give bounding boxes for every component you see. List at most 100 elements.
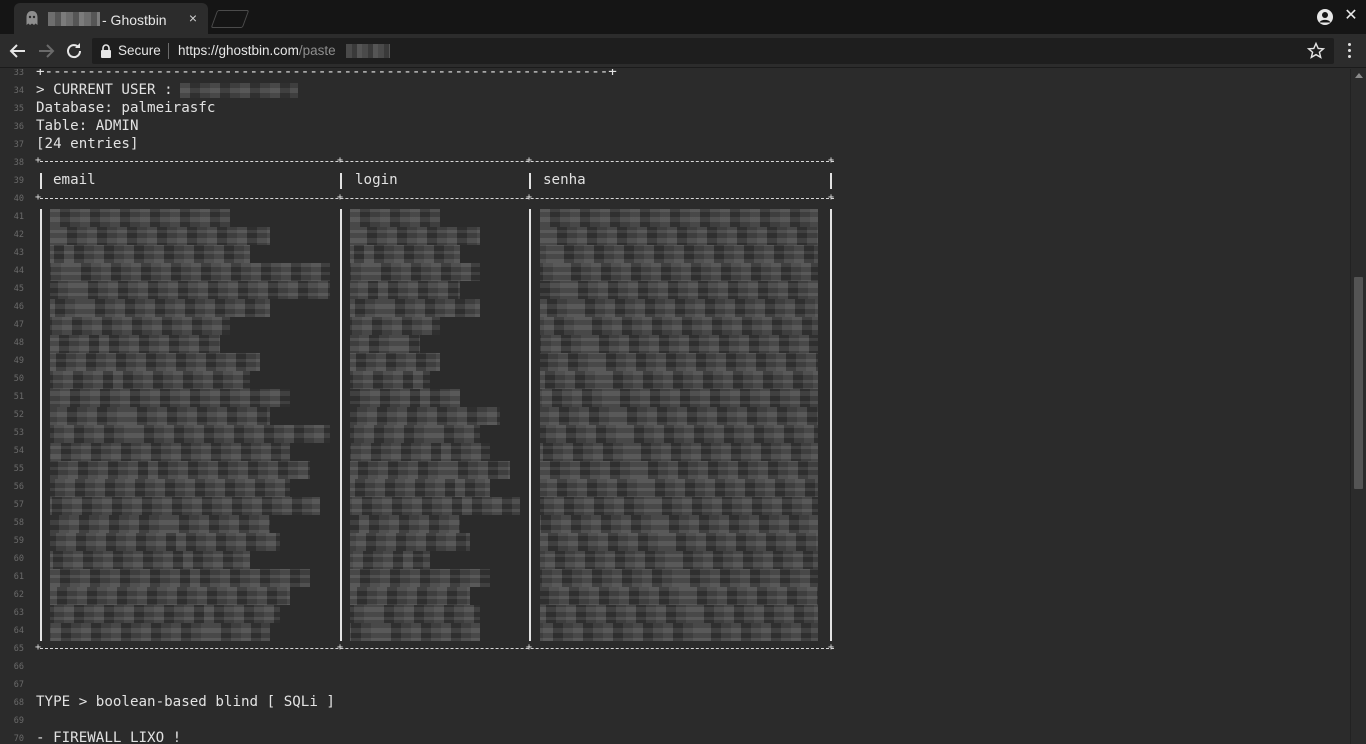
firewall-line: - FIREWALL LIXO ! [36, 730, 182, 744]
redacted-login-cell [350, 407, 500, 425]
line-number: 56 [13, 482, 24, 492]
redacted-senha-cell [540, 479, 818, 497]
redacted-email-cell [50, 317, 230, 335]
redacted-login-cell [350, 461, 510, 479]
sqli-type-line: TYPE > boolean-based blind [ SQLi ] [36, 694, 335, 710]
redacted-email-cell [50, 227, 270, 245]
redacted-email-cell [50, 281, 330, 299]
browser-tab[interactable]: - Ghostbin × [14, 3, 208, 34]
redacted-senha-cell [540, 407, 818, 425]
line-number: 39 [13, 176, 24, 186]
redacted-senha-cell [540, 605, 818, 623]
lock-icon [101, 44, 111, 58]
table-corner: + [35, 155, 42, 166]
window-close-icon[interactable]: ✕ [1341, 6, 1361, 26]
redacted-email-cell [50, 425, 330, 443]
back-arrow-icon[interactable] [6, 39, 30, 63]
scrollbar-thumb[interactable] [1354, 277, 1363, 489]
line-number: 41 [13, 212, 24, 222]
table-corner: + [526, 642, 533, 653]
tab-title-redacted [48, 12, 100, 26]
line-number: 61 [13, 572, 24, 582]
redacted-email-cell [50, 533, 280, 551]
database-line: Database: palmeirasfc [36, 100, 216, 116]
table-border-top [40, 161, 834, 162]
table-pipe [830, 209, 832, 641]
table-corner: + [337, 642, 344, 653]
line-number: 66 [13, 662, 24, 672]
secure-label: Secure [118, 43, 161, 58]
redacted-email-cell [50, 443, 290, 461]
line-number: 52 [13, 410, 24, 420]
line-number: 43 [13, 248, 24, 258]
browser-toolbar: Secure https://ghostbin.com/paste [0, 34, 1366, 68]
table-pipe [40, 173, 42, 189]
redacted-email-cell [50, 551, 250, 569]
new-tab-button[interactable] [210, 10, 250, 28]
scroll-up-arrow-icon[interactable] [1355, 73, 1363, 78]
line-number: 69 [13, 716, 24, 726]
redacted-login-cell [350, 263, 480, 281]
redacted-email-cell [50, 389, 290, 407]
line-number: 55 [13, 464, 24, 474]
table-pipe [830, 173, 832, 189]
redacted-senha-cell [540, 317, 818, 335]
line-number: 44 [13, 266, 24, 276]
table-corner: + [828, 192, 835, 203]
reload-icon[interactable] [62, 39, 86, 63]
redacted-email-cell [50, 479, 290, 497]
line-number: 46 [13, 302, 24, 312]
redacted-login-cell [350, 245, 460, 263]
table-pipe [529, 173, 531, 189]
table-pipe [340, 209, 342, 641]
column-header-email: email [53, 172, 96, 188]
bookmark-star-icon[interactable] [1306, 41, 1326, 61]
tab-title: - Ghostbin [102, 12, 167, 28]
line-number: 42 [13, 230, 24, 240]
vertical-scrollbar[interactable] [1350, 69, 1366, 744]
line-number: 40 [13, 194, 24, 204]
redacted-senha-cell [540, 443, 818, 461]
redacted-senha-cell [540, 497, 818, 515]
redacted-senha-cell [540, 425, 818, 443]
address-bar[interactable]: Secure https://ghostbin.com/paste [92, 38, 1334, 64]
browser-menu-icon[interactable] [1342, 40, 1356, 62]
line-number: 51 [13, 392, 24, 402]
redacted-email-cell [50, 335, 220, 353]
table-corner: + [35, 192, 42, 203]
redacted-senha-cell [540, 515, 818, 533]
current-user-redacted [180, 83, 298, 98]
table-corner: + [526, 192, 533, 203]
table-pipe [529, 209, 531, 641]
redacted-senha-cell [540, 227, 818, 245]
redacted-login-cell [350, 533, 470, 551]
table-pipe [340, 173, 342, 189]
redacted-login-cell [350, 281, 460, 299]
line-number: 48 [13, 338, 24, 348]
line-number: 45 [13, 284, 24, 294]
forward-arrow-icon[interactable] [34, 39, 58, 63]
line-number: 68 [13, 698, 24, 708]
line-number: 34 [13, 86, 24, 96]
redacted-email-cell [50, 407, 270, 425]
redacted-login-cell [350, 425, 480, 443]
url-text: https://ghostbin.com/paste [178, 43, 336, 58]
table-corner: + [35, 642, 42, 653]
redacted-email-cell [50, 299, 270, 317]
paste-content: 33 34 35 36 37 38 39 40 41 42 43 44 45 46 47 48 49 50 51 52… [0, 69, 1350, 744]
line-number: 58 [13, 518, 24, 528]
redacted-email-cell [50, 605, 280, 623]
redacted-login-cell [350, 209, 440, 227]
profile-icon[interactable] [1316, 8, 1334, 26]
table-pipe [40, 209, 42, 641]
line-number: 37 [13, 140, 24, 150]
line-number: 60 [13, 554, 24, 564]
line-number: 65 [13, 644, 24, 654]
line-number: 64 [13, 626, 24, 636]
table-corner: + [337, 155, 344, 166]
redacted-senha-cell [540, 263, 818, 281]
line-number: 53 [13, 428, 24, 438]
tab-close-icon[interactable]: × [184, 9, 202, 27]
line-number: 38 [13, 158, 24, 168]
table-corner: + [828, 642, 835, 653]
